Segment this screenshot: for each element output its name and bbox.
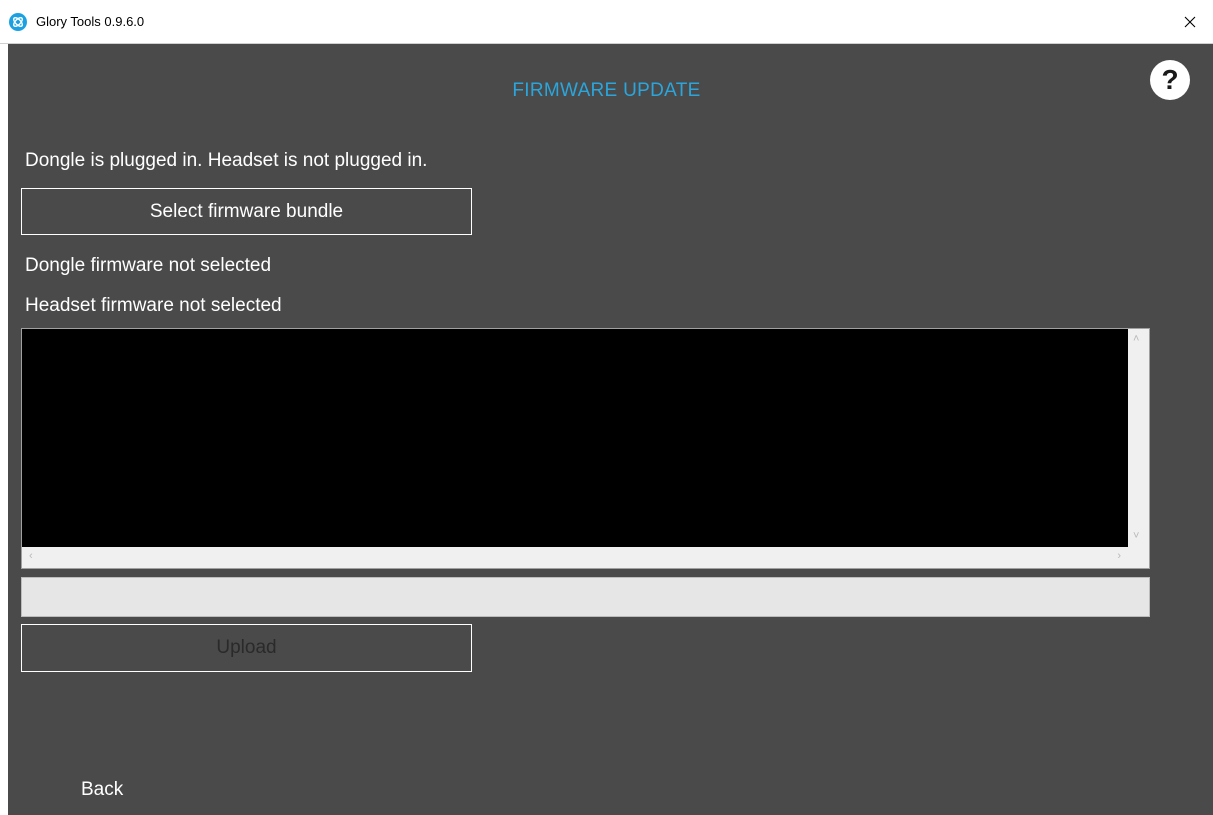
scroll-left-icon[interactable]: ‹ — [29, 551, 33, 562]
upload-button[interactable]: Upload — [21, 624, 472, 672]
scroll-up-icon[interactable]: ˄ — [1133, 334, 1139, 345]
upload-label: Upload — [216, 637, 277, 658]
connection-status: Dongle is plugged in. Headset is not plu… — [25, 150, 428, 171]
close-icon — [1184, 16, 1196, 28]
upload-progress-bar — [21, 577, 1150, 617]
glory-logo-icon — [9, 13, 27, 31]
log-vertical-scrollbar[interactable]: ˄ ˅ — [1128, 329, 1149, 547]
select-firmware-bundle-label: Select firmware bundle — [149, 200, 344, 222]
log-horizontal-scrollbar[interactable]: ‹ › — [22, 547, 1128, 568]
back-button[interactable]: Back — [81, 779, 123, 801]
headset-firmware-status: Headset firmware not selected — [25, 295, 282, 316]
select-firmware-bundle-button[interactable]: Select firmware bundle — [21, 188, 472, 235]
window-titlebar: Glory Tools 0.9.6.0 — [0, 0, 1213, 44]
scrollbar-corner — [1128, 547, 1149, 568]
scroll-down-icon[interactable]: ˅ — [1133, 531, 1139, 542]
scroll-right-icon[interactable]: › — [1117, 551, 1121, 562]
log-text — [22, 329, 1149, 337]
window-title: Glory Tools 0.9.6.0 — [36, 14, 145, 29]
dongle-firmware-status: Dongle firmware not selected — [25, 255, 272, 276]
close-button[interactable] — [1167, 0, 1213, 44]
help-button[interactable]: ? — [1150, 60, 1190, 100]
window-left-edge — [0, 44, 8, 815]
page-title: FIRMWARE UPDATE — [512, 80, 701, 101]
log-output[interactable]: ˄ ˅ ‹ › — [21, 328, 1150, 569]
